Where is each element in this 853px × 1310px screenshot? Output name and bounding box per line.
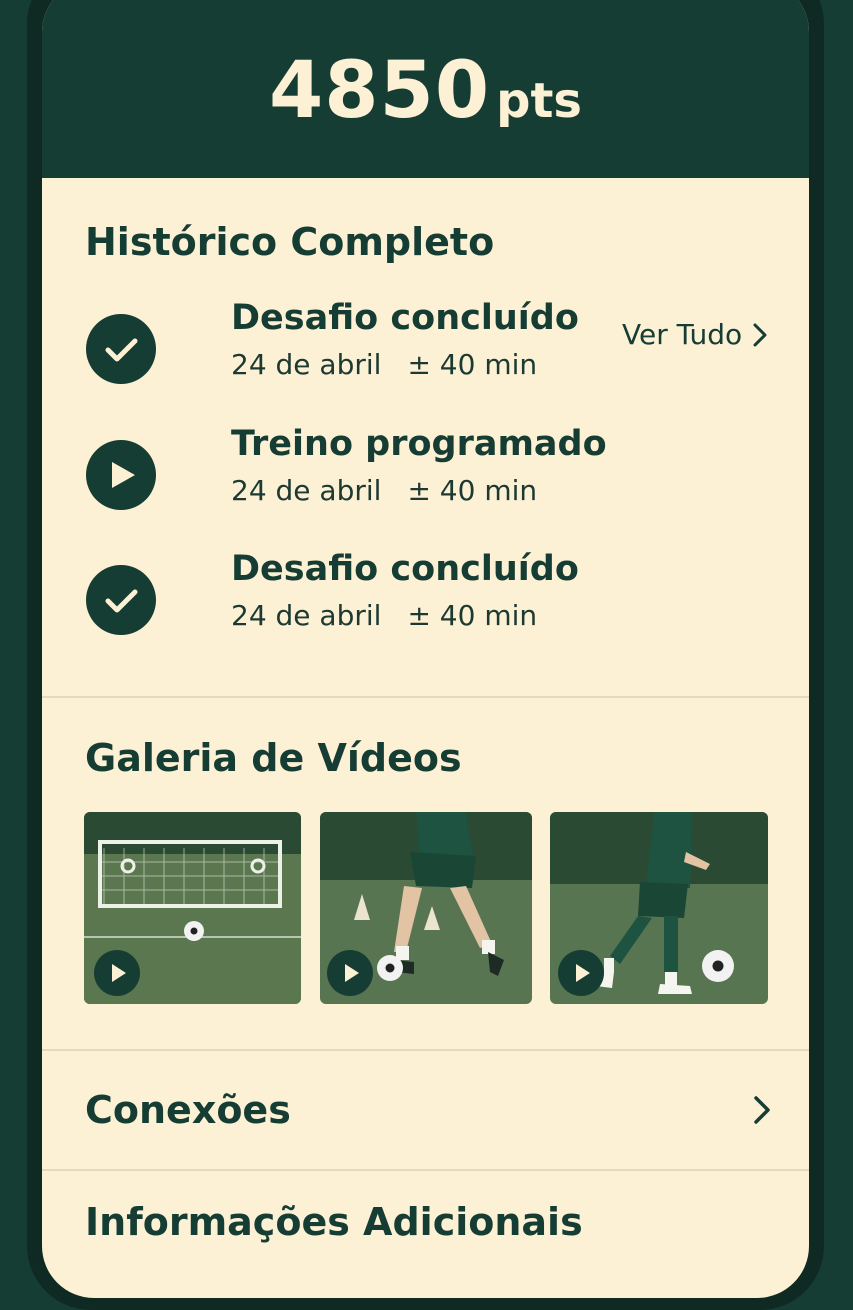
video-thumbnail[interactable] [84,812,301,1004]
history-item-meta: 24 de abril ± 40 min [231,599,537,632]
history-item-duration: ± 40 min [407,599,538,632]
video-thumbnail[interactable] [320,812,532,1004]
history-item-title: Desafio concluído [231,549,579,589]
history-title: Histórico Completo [85,220,495,264]
additional-info-row[interactable]: Informações Adicionais [42,1172,809,1272]
history-item-title: Treino programado [231,424,607,464]
gallery-title: Galeria de Vídeos [85,736,462,780]
chevron-right-icon [754,1096,770,1124]
connections-row[interactable]: Conexões [42,1052,809,1168]
check-icon [86,565,156,635]
history-item-date: 24 de abril [231,599,382,632]
history-item-duration: ± 40 min [407,474,538,507]
history-item-duration: ± 40 min [407,348,538,381]
history-item-meta: 24 de abril ± 40 min [231,474,537,507]
divider [42,1169,809,1171]
history-item-date: 24 de abril [231,474,382,507]
history-item[interactable]: Treino programado 24 de abril ± 40 min [85,424,785,530]
history-item[interactable]: Desafio concluído 24 de abril ± 40 min [85,549,785,655]
check-icon [86,314,156,384]
points-header: 4850 pts [42,0,809,178]
history-item-title: Desafio concluído [231,298,579,338]
history-item-date: 24 de abril [231,348,382,381]
play-icon[interactable] [94,950,140,996]
play-icon[interactable] [558,950,604,996]
history-item-meta: 24 de abril ± 40 min [231,348,537,381]
video-thumbnail[interactable] [550,812,768,1004]
divider [42,1049,809,1051]
play-icon[interactable] [327,950,373,996]
divider [42,696,809,698]
connections-label: Conexões [85,1088,291,1132]
points-value: 4850 [269,46,491,136]
play-icon [86,440,156,510]
app-screen: 4850 pts Histórico Completo Ver Tudo Desa… [42,0,809,1298]
history-item[interactable]: Desafio concluído 24 de abril ± 40 min [85,298,785,404]
points-display: 4850 pts [42,46,809,136]
additional-info-label: Informações Adicionais [85,1200,583,1244]
points-unit: pts [496,73,582,129]
